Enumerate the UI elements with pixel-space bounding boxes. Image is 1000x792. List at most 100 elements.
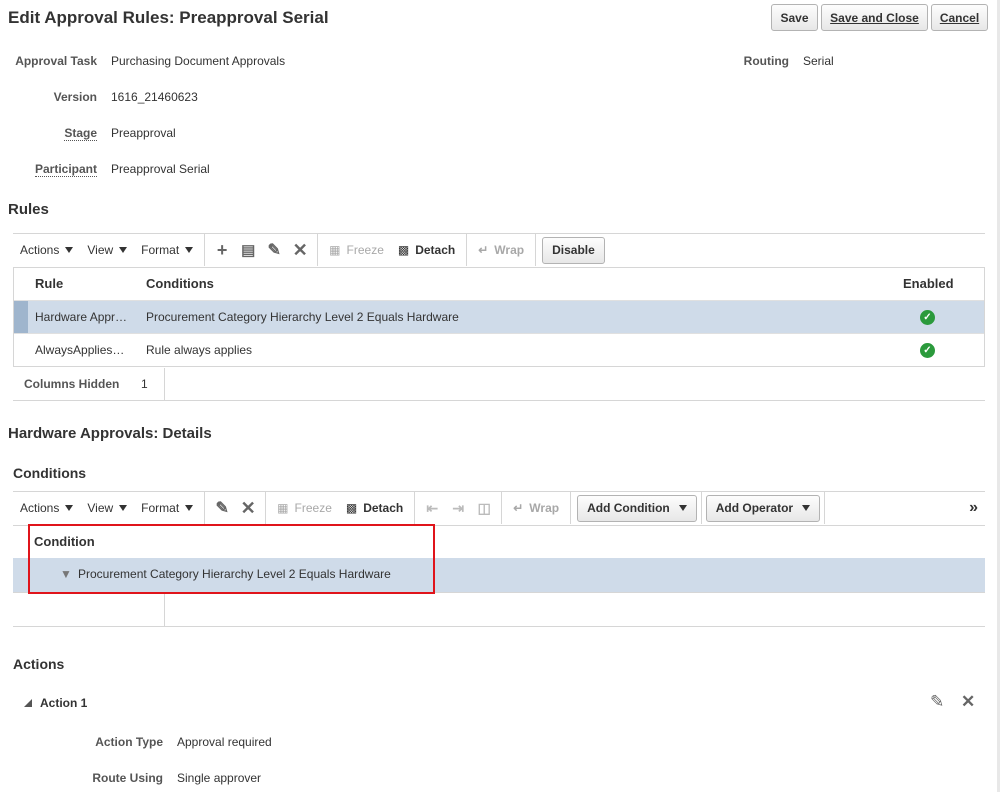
columns-hidden-label: Columns Hidden bbox=[24, 377, 120, 391]
toolbar-separator bbox=[824, 492, 826, 524]
conditions-toolbar: Actions View Format ✎ ✕ ▦ Freeze ▩ Detach … bbox=[13, 491, 985, 524]
toolbar-separator bbox=[265, 492, 267, 524]
indent-icon[interactable]: ⇤ bbox=[419, 495, 445, 521]
add-operator-button[interactable]: Add Operator bbox=[705, 494, 821, 522]
freeze-icon: ▦ bbox=[329, 243, 341, 257]
route-using-label: Route Using bbox=[92, 771, 163, 785]
divider bbox=[164, 594, 165, 626]
rules-actions-menu[interactable]: Actions bbox=[13, 234, 80, 267]
approval-task-value: Purchasing Document Approvals bbox=[111, 54, 286, 68]
add-condition-button[interactable]: Add Condition bbox=[577, 494, 697, 522]
conditions-view-menu[interactable]: View bbox=[80, 492, 134, 525]
actions-section-title: Actions bbox=[13, 656, 65, 672]
conditions-title: Conditions bbox=[13, 465, 87, 481]
toolbar-separator bbox=[414, 492, 416, 524]
save-and-close-button[interactable]: Save and Close bbox=[821, 4, 928, 31]
conditions-actions-label: Actions bbox=[20, 501, 60, 515]
toolbar-separator bbox=[535, 234, 537, 266]
outdent-icon[interactable]: ⇥ bbox=[445, 495, 471, 521]
delete-x-icon[interactable]: ✕ bbox=[235, 495, 261, 521]
action-1-label: Action 1 bbox=[40, 696, 88, 710]
delete-x-icon[interactable]: ✕ bbox=[961, 692, 975, 712]
page-title: Edit Approval Rules: Preapproval Serial bbox=[8, 8, 329, 27]
rules-view-menu[interactable]: View bbox=[80, 234, 134, 267]
action-type-label: Action Type bbox=[95, 735, 163, 749]
edit-pencil-icon[interactable]: ✎ bbox=[930, 692, 944, 712]
chevron-down-icon bbox=[65, 505, 74, 511]
rules-actions-label: Actions bbox=[20, 243, 60, 257]
detach-icon: ▩ bbox=[345, 501, 358, 515]
conditions-detach-button[interactable]: ▩ Detach bbox=[339, 492, 410, 525]
route-using-value: Single approver bbox=[177, 771, 262, 785]
rules-table: Rule Conditions Enabled Hardware Appr… P… bbox=[13, 267, 985, 367]
version-value: 1616_21460623 bbox=[111, 90, 198, 104]
chevron-down-icon bbox=[119, 505, 128, 511]
rules-detach-button[interactable]: ▩ Detach bbox=[391, 234, 462, 267]
action-1-toggle[interactable]: Action 1 bbox=[24, 696, 87, 710]
participant-label-text: Participant bbox=[34, 162, 97, 177]
conditions-wrap-label: Wrap bbox=[529, 501, 560, 515]
hierarchy-icon[interactable]: ◫ bbox=[471, 495, 497, 521]
toolbar-separator bbox=[317, 234, 319, 266]
edit-pencil-icon[interactable]: ✎ bbox=[261, 237, 287, 263]
add-icon[interactable]: + bbox=[209, 237, 235, 263]
stage-value: Preapproval bbox=[111, 126, 176, 140]
wrap-icon: ↵ bbox=[513, 501, 524, 515]
toolbar-separator bbox=[204, 234, 206, 266]
rules-format-menu[interactable]: Format bbox=[134, 234, 200, 267]
enabled-check-icon: ✓ bbox=[920, 343, 935, 358]
toolbar-separator bbox=[204, 492, 206, 524]
stage-label[interactable]: Stage bbox=[0, 126, 97, 141]
save-and-close-label: Save and Close bbox=[830, 10, 919, 25]
freeze-icon: ▦ bbox=[277, 501, 289, 515]
duplicate-icon[interactable]: ▤ bbox=[235, 237, 261, 263]
details-section-title: Hardware Approvals: Details bbox=[8, 425, 212, 442]
conditions-cell: Rule always applies bbox=[146, 343, 253, 357]
edit-pencil-icon[interactable]: ✎ bbox=[209, 495, 235, 521]
wrap-icon: ↵ bbox=[478, 243, 489, 257]
row-selector[interactable] bbox=[14, 301, 28, 334]
action-type-value: Approval required bbox=[177, 735, 272, 749]
detach-icon: ▩ bbox=[397, 243, 410, 257]
routing-value: Serial bbox=[803, 54, 834, 68]
conditions-freeze-button[interactable]: ▦ Freeze bbox=[270, 492, 339, 525]
enabled-column-header[interactable]: Enabled bbox=[903, 276, 954, 291]
table-row[interactable]: Hardware Appr… Procurement Category Hier… bbox=[14, 300, 984, 334]
rules-format-label: Format bbox=[141, 243, 180, 257]
rules-freeze-button[interactable]: ▦ Freeze bbox=[322, 234, 391, 267]
participant-label[interactable]: Participant bbox=[0, 162, 97, 177]
cancel-button[interactable]: Cancel bbox=[931, 4, 988, 31]
rules-detach-label: Detach bbox=[415, 243, 456, 257]
conditions-detach-label: Detach bbox=[363, 501, 404, 515]
save-button[interactable]: Save bbox=[771, 4, 818, 31]
toolbar-separator bbox=[466, 234, 468, 266]
cancel-label: Cancel bbox=[939, 10, 980, 25]
add-operator-label: Add Operator bbox=[715, 501, 794, 515]
divider bbox=[13, 400, 985, 401]
rules-freeze-label: Freeze bbox=[346, 243, 384, 257]
chevron-down-icon bbox=[678, 505, 687, 511]
rules-view-label: View bbox=[87, 243, 114, 257]
toolbar-separator bbox=[700, 492, 702, 524]
chevron-down-icon bbox=[119, 247, 128, 253]
disable-button[interactable]: Disable bbox=[542, 236, 605, 264]
rule-column-header[interactable]: Rule bbox=[35, 276, 63, 291]
rules-wrap-label: Wrap bbox=[494, 243, 525, 257]
conditions-actions-menu[interactable]: Actions bbox=[13, 492, 80, 525]
chevron-down-icon bbox=[185, 247, 194, 253]
conditions-column-header[interactable]: Conditions bbox=[146, 276, 214, 291]
delete-x-icon[interactable]: ✕ bbox=[287, 237, 313, 263]
columns-hidden-value: 1 bbox=[141, 377, 148, 391]
rule-cell: Hardware Appr… bbox=[35, 310, 128, 324]
rules-wrap-button[interactable]: ↵ Wrap bbox=[471, 234, 531, 267]
routing-label: Routing bbox=[743, 54, 789, 68]
toolbar-separator bbox=[570, 492, 572, 524]
conditions-wrap-button[interactable]: ↵ Wrap bbox=[506, 492, 566, 525]
rule-cell: AlwaysApplies… bbox=[35, 343, 125, 357]
table-row[interactable]: AlwaysApplies… Rule always applies ✓ bbox=[14, 333, 984, 366]
expand-triangle-icon bbox=[24, 699, 32, 707]
overflow-more-button[interactable]: » bbox=[962, 492, 985, 525]
conditions-format-menu[interactable]: Format bbox=[134, 492, 200, 525]
stage-label-text: Stage bbox=[64, 126, 97, 141]
conditions-view-label: View bbox=[87, 501, 114, 515]
